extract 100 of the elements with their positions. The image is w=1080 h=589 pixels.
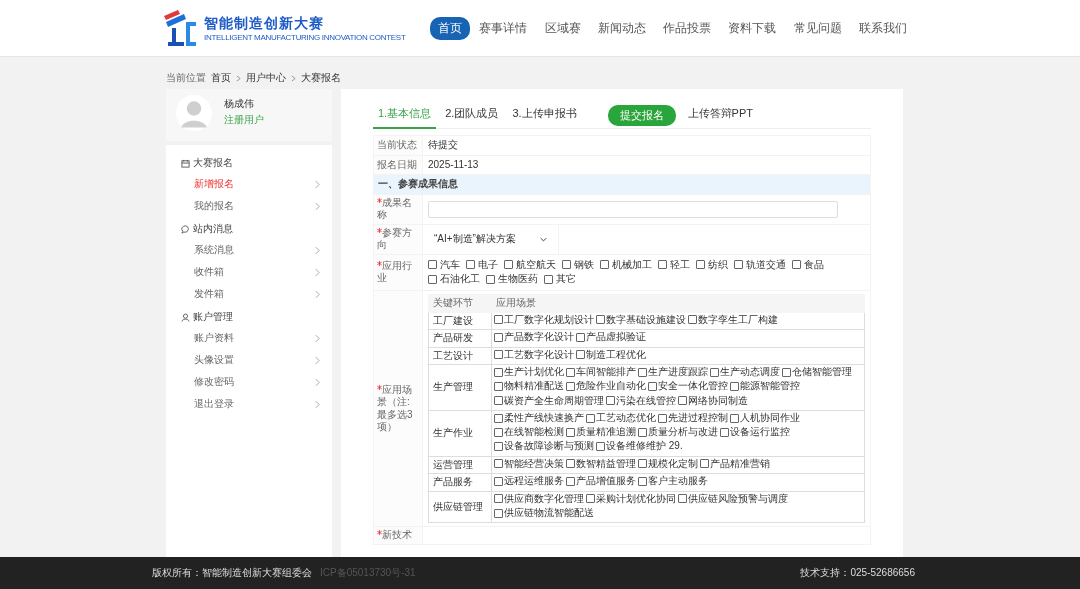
scenario-checkbox[interactable]: 污染在线管控: [606, 394, 676, 407]
scenario-checkbox[interactable]: 先进过程控制: [658, 411, 728, 425]
scenario-checkbox[interactable]: 智能经营决策: [494, 457, 564, 471]
step-tab[interactable]: 2.团队成员: [440, 102, 504, 129]
nav-link[interactable]: 赛事详情: [471, 16, 536, 40]
field-label: 应用行业: [377, 259, 412, 284]
calendar-icon: [181, 158, 190, 168]
scenario-checkbox[interactable]: 设备维修维护 29.: [596, 440, 683, 453]
scenario-checkbox[interactable]: 生产动态调度: [710, 366, 780, 379]
scenario-checkbox[interactable]: 生产进度跟踪: [638, 366, 708, 379]
user-role: 注册用户: [224, 113, 264, 127]
industry-checkbox[interactable]: 轨道交通: [734, 257, 786, 271]
scenario-checkbox[interactable]: 制造工程优化: [576, 348, 646, 362]
nav-link[interactable]: 首页: [430, 16, 470, 40]
scenario-checkbox[interactable]: 工艺动态优化: [586, 411, 656, 425]
nav-link[interactable]: 作品投票: [655, 16, 720, 40]
menu-item[interactable]: 修改密码: [166, 371, 332, 393]
industry-checkbox[interactable]: 食品: [792, 257, 824, 271]
menu-item[interactable]: 我的报名: [166, 195, 332, 217]
chevron-icon: [315, 267, 320, 277]
menu-item[interactable]: 发件箱: [166, 283, 332, 305]
scenario-checkbox[interactable]: 设备运行监控: [720, 426, 790, 439]
industry-checkbox[interactable]: 轻工: [658, 257, 690, 271]
nav-link[interactable]: 常见问题: [785, 16, 850, 40]
scenario-checkbox[interactable]: 仓储智能管理: [782, 366, 852, 379]
table-cell: 供应链管理: [428, 491, 492, 523]
industry-checkbox[interactable]: 钢铁: [562, 257, 594, 271]
industry-checkbox[interactable]: 航空航天: [504, 257, 556, 271]
industry-checkbox[interactable]: 电子: [466, 257, 498, 271]
breadcrumb-link[interactable]: 首页: [211, 71, 231, 85]
chevron-icon: [291, 74, 296, 82]
chevron-icon: [315, 355, 320, 365]
nav-link[interactable]: 资料下载: [720, 16, 785, 40]
breadcrumb-label: 当前位置: [166, 71, 206, 85]
scenario-checkbox[interactable]: 产品虚拟验证: [576, 331, 646, 344]
scenario-checkbox[interactable]: 质量分析与改进: [638, 426, 718, 439]
input-field[interactable]: [428, 200, 838, 218]
scenario-checkbox[interactable]: 在线智能检测: [494, 426, 564, 439]
scenario-checkbox[interactable]: 危险作业自动化: [566, 380, 646, 393]
step-tab[interactable]: 3.上传申报书: [507, 102, 582, 129]
scenario-checkbox[interactable]: 采购计划优化协同: [586, 492, 676, 505]
field-value: 待提交: [428, 139, 458, 150]
scenario-checkbox[interactable]: 网络协同制造: [678, 394, 748, 407]
menu-item[interactable]: 收件箱: [166, 261, 332, 283]
scenario-checkbox[interactable]: 物料精准配送: [494, 380, 564, 393]
menu-item[interactable]: 账户资料: [166, 327, 332, 349]
chevron-icon: [236, 74, 241, 82]
scenario-checkbox[interactable]: 数字基础设施建设: [596, 313, 686, 327]
scenario-checkbox[interactable]: 能源智能管控: [730, 380, 800, 393]
menu-item[interactable]: 系统消息: [166, 239, 332, 261]
nav-link[interactable]: 区域赛: [536, 16, 589, 40]
table-cell: 产品服务: [428, 473, 492, 491]
field-label: 参赛方向: [377, 226, 412, 250]
industry-checkbox[interactable]: 其它: [544, 272, 576, 286]
scenario-checkbox[interactable]: 碳资产全生命周期管理: [494, 394, 604, 407]
scenario-checkbox[interactable]: 规模化定制: [638, 457, 698, 471]
scenario-checkbox[interactable]: 客户主动服务: [638, 475, 708, 488]
support-text: 技术支持：025-52686656: [800, 566, 915, 580]
scenario-checkbox[interactable]: 柔性产线快速换产: [494, 411, 584, 425]
industry-checkbox[interactable]: 生物医药: [486, 272, 538, 286]
caret-icon: [540, 236, 547, 242]
logo-subtitle: INTELLIGENT MANUFACTURING INNOVATION CONTEST: [204, 32, 406, 42]
industry-checkbox[interactable]: 纺织: [696, 257, 728, 271]
copyright-text: 版权所有：智能制造创新大赛组委会: [152, 566, 312, 580]
breadcrumb-link[interactable]: 大赛报名: [301, 71, 341, 85]
scenario-checkbox[interactable]: 供应商数字化管理: [494, 492, 584, 505]
menu-group-title: 账户管理: [193, 310, 233, 324]
breadcrumb-link[interactable]: 用户中心: [246, 71, 286, 85]
nav-link[interactable]: 联系我们: [850, 16, 915, 40]
section-title: 一、参赛成果信息: [373, 174, 871, 194]
field-label: 报名日期: [377, 158, 417, 170]
scenario-checkbox[interactable]: 远程运维服务: [494, 475, 564, 488]
scenario-checkbox[interactable]: 数智精益管理: [566, 457, 636, 471]
menu-item[interactable]: 新增报名: [166, 173, 332, 195]
scenario-checkbox[interactable]: 质量精准追溯: [566, 426, 636, 439]
scenario-checkbox[interactable]: 产品增值服务: [566, 475, 636, 488]
scenario-checkbox[interactable]: 工厂数字化规划设计: [494, 313, 594, 327]
menu-item[interactable]: 退出登录: [166, 393, 332, 415]
industry-checkbox[interactable]: 机械加工: [600, 257, 652, 271]
scenario-checkbox[interactable]: 车间智能排产: [566, 366, 636, 379]
scenario-checkbox[interactable]: 工艺数字化设计: [494, 348, 574, 362]
industry-checkbox[interactable]: 石油化工: [428, 272, 480, 286]
scenario-checkbox[interactable]: 数字孪生工厂构建: [688, 313, 778, 327]
scenario-checkbox[interactable]: 供应链风险预警与调度: [678, 492, 788, 505]
scenario-checkbox[interactable]: 产品数字化设计: [494, 331, 574, 344]
field-label: 当前状态: [377, 139, 417, 150]
user-name: 杨成伟: [224, 97, 255, 111]
menu-item[interactable]: 头像设置: [166, 349, 332, 371]
scenario-checkbox[interactable]: 人机协同作业: [730, 411, 800, 425]
industry-checkbox[interactable]: 汽车: [428, 257, 460, 271]
table-cell: 工厂建设: [428, 312, 492, 330]
upload-link[interactable]: 上传答辩PPT: [682, 102, 758, 129]
chevron-icon: [315, 289, 320, 299]
scenario-checkbox[interactable]: 安全一体化管控: [648, 380, 728, 393]
scenario-checkbox[interactable]: 供应链物流智能配送: [494, 506, 594, 520]
scenario-checkbox[interactable]: 生产计划优化: [494, 366, 564, 379]
chat-icon: [181, 224, 190, 234]
scenario-checkbox[interactable]: 设备故障诊断与预测: [494, 440, 594, 453]
nav-link[interactable]: 新闻动态: [589, 16, 654, 40]
scenario-checkbox[interactable]: 产品精准营销: [700, 457, 770, 471]
